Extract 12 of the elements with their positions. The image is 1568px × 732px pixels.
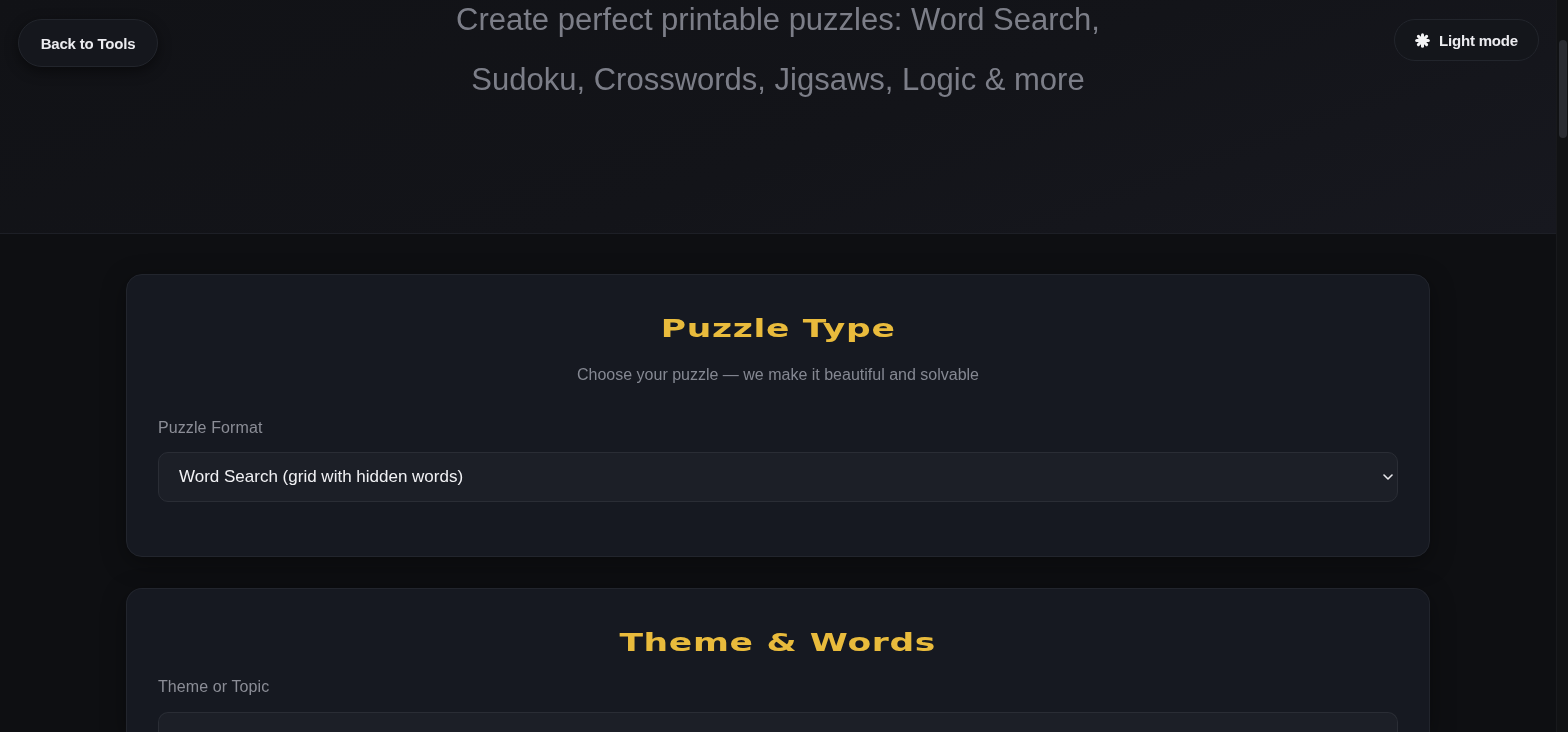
field-label: Puzzle Format bbox=[158, 418, 263, 438]
tagline: Create perfect printable puzzles: Word Search, Sudoku, Crosswords, Jigsaws, Logic & more bbox=[455, 1, 1101, 99]
section-title: Puzzle Type bbox=[660, 315, 896, 343]
scrollbar-thumb[interactable] bbox=[1558, 40, 1567, 138]
format-select[interactable]: Word Search (grid with hidden words) bbox=[158, 452, 1398, 502]
section-subtitle: Choose your puzzle — we make it beautiful and solvable bbox=[576, 365, 980, 385]
chevron-down-icon bbox=[1383, 474, 1393, 480]
asterisk-icon bbox=[1415, 32, 1431, 48]
field-label: Theme or Topic bbox=[158, 677, 270, 697]
back-button[interactable]: Back to Tools bbox=[18, 19, 158, 67]
theme-toggle-button[interactable]: Light mode bbox=[1394, 19, 1539, 61]
section-title: Theme & Words bbox=[619, 629, 937, 657]
